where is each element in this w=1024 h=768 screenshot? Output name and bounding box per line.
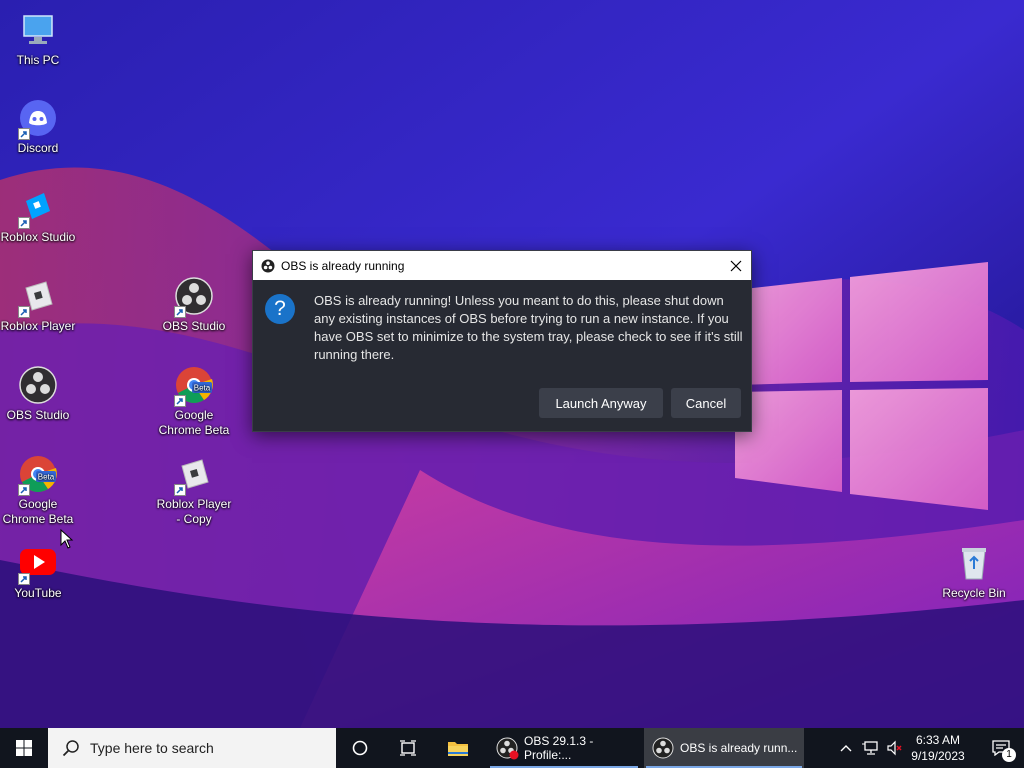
desktop-icon-label: Roblox Player - Copy (156, 497, 232, 526)
search-icon (62, 740, 79, 757)
desktop-icon-label: OBS Studio (6, 408, 70, 422)
recording-indicator-icon (509, 750, 519, 760)
desktop-icon-label: YouTube (14, 586, 62, 600)
close-icon (730, 260, 742, 271)
notification-count-badge: 1 (1002, 748, 1016, 762)
dialog-message: OBS is already running! Unless you meant… (314, 293, 743, 362)
desktop-icon-this-pc[interactable]: This PC (0, 10, 78, 68)
svg-text:Beta: Beta (38, 473, 55, 482)
action-center-button[interactable]: 1 (978, 728, 1024, 768)
desktop-icon-chrome-beta[interactable]: Beta Google Chrome Beta (0, 454, 78, 527)
taskbar: Type here to search OBS 29.1.3 - Profile… (0, 728, 1024, 768)
clock-time: 6:33 AM (915, 733, 961, 747)
desktop-icon-roblox-studio[interactable]: Roblox Studio (0, 187, 78, 245)
desktop-icon-label: Roblox Studio (0, 230, 76, 244)
cancel-button[interactable]: Cancel (671, 388, 741, 418)
desktop-icon-label: Discord (17, 141, 59, 155)
volume-button[interactable] (884, 728, 906, 768)
roblox-icon (174, 454, 214, 496)
desktop-icon-discord[interactable]: Discord (0, 98, 78, 156)
taskbar-app-obs-dialog[interactable]: OBS is already runn... (644, 728, 804, 768)
roblox-icon (18, 276, 58, 318)
volume-muted-icon (887, 740, 902, 756)
desktop-icon-roblox-player[interactable]: Roblox Player (0, 276, 78, 334)
dialog-title: OBS is already running (281, 258, 405, 273)
cortana-icon (352, 740, 368, 756)
desktop-icon-label: Roblox Player (0, 319, 76, 333)
windows-icon (16, 740, 32, 756)
network-icon (862, 741, 878, 755)
desktop-icon-label: Recycle Bin (942, 586, 1006, 600)
mouse-cursor-icon (60, 529, 74, 549)
chevron-up-icon (840, 745, 852, 752)
close-button[interactable] (721, 251, 751, 280)
obs-already-running-dialog: OBS is already running ? OBS is already … (252, 250, 752, 432)
recycle-bin-icon (954, 543, 994, 583)
show-hidden-icons-button[interactable] (836, 728, 856, 768)
chrome-beta-icon: Beta (18, 454, 58, 496)
start-button[interactable] (0, 728, 48, 768)
obs-icon (18, 365, 58, 405)
taskbar-app-obs-main[interactable]: OBS 29.1.3 - Profile:... (488, 728, 640, 768)
discord-icon (18, 98, 58, 140)
taskbar-search-box[interactable]: Type here to search (48, 728, 336, 768)
file-explorer-button[interactable] (438, 728, 478, 768)
desktop-icon-label: OBS Studio (162, 319, 226, 333)
taskbar-app-label: OBS is already runn... (680, 741, 798, 755)
desktop-icon-label: Google Chrome Beta (158, 408, 230, 437)
dialog-titlebar[interactable]: OBS is already running (253, 251, 751, 280)
launch-anyway-button[interactable]: Launch Anyway (539, 388, 663, 418)
desktop-icon-label: Google Chrome Beta (2, 497, 74, 526)
desktop-icon-chrome-beta-2[interactable]: Beta Google Chrome Beta (154, 365, 234, 438)
desktop-icon-youtube[interactable]: YouTube (0, 543, 78, 601)
taskbar-clock[interactable]: 6:33 AM 9/19/2023 (906, 728, 970, 768)
desktop-icon-recycle-bin[interactable]: Recycle Bin (934, 543, 1014, 601)
roblox-studio-icon (18, 187, 58, 229)
task-view-button[interactable] (388, 728, 428, 768)
taskbar-app-label: OBS 29.1.3 - Profile:... (524, 734, 594, 762)
desktop-icon-obs-studio[interactable]: OBS Studio (0, 365, 78, 423)
desktop-icon-label: This PC (16, 53, 60, 67)
obs-icon (261, 259, 275, 272)
search-placeholder: Type here to search (90, 740, 214, 756)
network-button[interactable] (860, 728, 882, 768)
chrome-beta-icon: Beta (174, 365, 214, 407)
cortana-button[interactable] (340, 728, 380, 768)
obs-icon (174, 276, 214, 318)
desktop-icon-roblox-player-copy[interactable]: Roblox Player - Copy (154, 454, 234, 527)
obs-icon (652, 737, 674, 759)
clock-date: 9/19/2023 (911, 749, 965, 763)
desktop-icon-obs-studio-2[interactable]: OBS Studio (154, 276, 234, 334)
question-icon: ? (265, 294, 295, 324)
folder-icon (448, 742, 468, 756)
task-view-icon (400, 740, 416, 756)
svg-text:Beta: Beta (194, 384, 211, 393)
youtube-icon (18, 543, 58, 585)
monitor-icon (18, 10, 58, 50)
